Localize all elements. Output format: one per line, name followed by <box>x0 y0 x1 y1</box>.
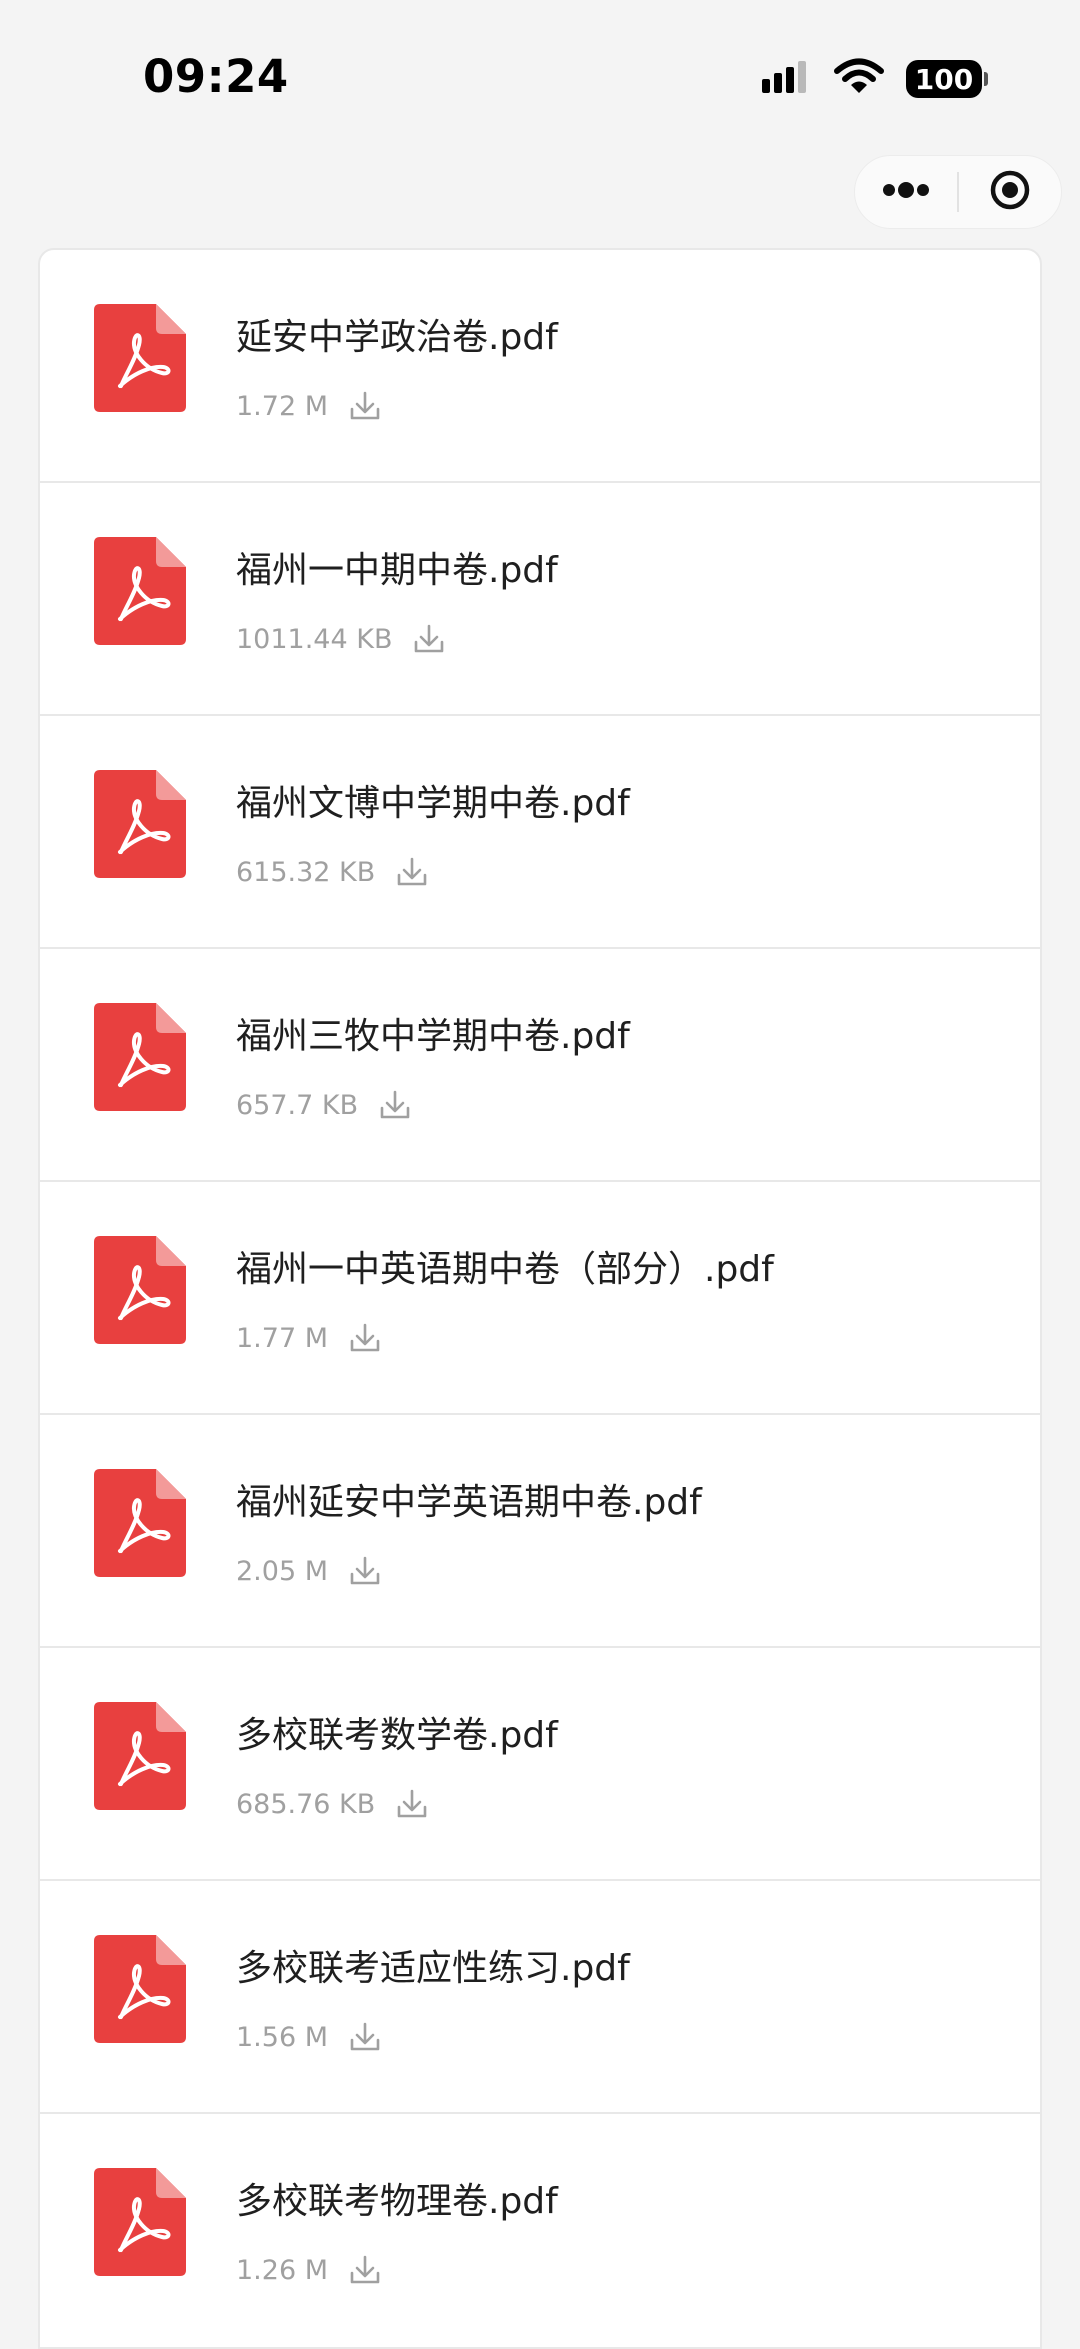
pdf-file-icon <box>94 2168 186 2276</box>
pdf-file-icon <box>94 1702 186 1810</box>
file-item[interactable]: 多校联考适应性练习.pdf 1.56 M <box>40 1881 1040 2114</box>
file-item[interactable]: 福州三牧中学期中卷.pdf 657.7 KB <box>40 949 1040 1182</box>
pdf-file-icon <box>94 770 186 878</box>
file-name: 多校联考数学卷.pdf <box>236 1715 558 1756</box>
file-size: 1011.44 KB <box>236 623 393 655</box>
file-item[interactable]: 延安中学政治卷.pdf 1.72 M <box>40 250 1040 483</box>
more-button[interactable] <box>855 156 957 228</box>
file-meta: 1.26 M <box>236 2252 382 2288</box>
file-name: 多校联考适应性练习.pdf <box>236 1948 630 1989</box>
file-meta: 1.56 M <box>236 2019 382 2055</box>
file-item[interactable]: 多校联考数学卷.pdf 685.76 KB <box>40 1648 1040 1881</box>
file-item[interactable]: 福州一中英语期中卷（部分）.pdf 1.77 M <box>40 1182 1040 1415</box>
download-icon[interactable] <box>348 1554 382 1588</box>
file-item[interactable]: 多校联考物理卷.pdf 1.26 M <box>40 2114 1040 2347</box>
close-target-icon <box>989 169 1031 215</box>
battery-icon: 100 <box>906 60 988 98</box>
file-size: 1.56 M <box>236 2021 328 2053</box>
file-meta: 657.7 KB <box>236 1087 412 1123</box>
file-name: 福州一中英语期中卷（部分）.pdf <box>236 1249 774 1290</box>
menu-capsule <box>854 155 1062 229</box>
file-list: 延安中学政治卷.pdf 1.72 M 福州一中期中卷.pdf 1011.44 K… <box>38 248 1042 2349</box>
file-meta: 2.05 M <box>236 1553 382 1589</box>
file-name: 延安中学政治卷.pdf <box>236 317 558 358</box>
file-meta: 685.76 KB <box>236 1786 429 1822</box>
status-time: 09:24 <box>143 50 289 103</box>
status-icons: 100 <box>762 58 988 100</box>
file-size: 2.05 M <box>236 1555 328 1587</box>
download-icon[interactable] <box>348 1321 382 1355</box>
download-icon[interactable] <box>395 855 429 889</box>
signal-icon <box>762 59 812 99</box>
battery-level: 100 <box>914 62 974 96</box>
file-name: 福州延安中学英语期中卷.pdf <box>236 1482 702 1523</box>
file-size: 1.77 M <box>236 1322 328 1354</box>
file-item[interactable]: 福州延安中学英语期中卷.pdf 2.05 M <box>40 1415 1040 1648</box>
wifi-icon <box>834 58 884 100</box>
file-name: 福州三牧中学期中卷.pdf <box>236 1016 630 1057</box>
pdf-file-icon <box>94 537 186 645</box>
status-bar: 09:24 100 <box>0 0 1080 140</box>
file-name: 多校联考物理卷.pdf <box>236 2181 558 2222</box>
download-icon[interactable] <box>348 2253 382 2287</box>
pdf-file-icon <box>94 1469 186 1577</box>
file-meta: 1.72 M <box>236 388 382 424</box>
file-size: 615.32 KB <box>236 856 376 888</box>
pdf-file-icon <box>94 1935 186 2043</box>
download-icon[interactable] <box>378 1088 412 1122</box>
file-name: 福州一中期中卷.pdf <box>236 550 558 591</box>
pdf-file-icon <box>94 1236 186 1344</box>
download-icon[interactable] <box>395 1787 429 1821</box>
file-item[interactable]: 福州文博中学期中卷.pdf 615.32 KB <box>40 716 1040 949</box>
file-size: 1.72 M <box>236 390 328 422</box>
file-name: 福州文博中学期中卷.pdf <box>236 783 630 824</box>
more-icon <box>881 180 931 204</box>
pdf-file-icon <box>94 304 186 412</box>
pdf-file-icon <box>94 1003 186 1111</box>
file-meta: 1011.44 KB <box>236 621 446 657</box>
download-icon[interactable] <box>348 2020 382 2054</box>
file-meta: 1.77 M <box>236 1320 382 1356</box>
close-button[interactable] <box>959 156 1061 228</box>
file-item[interactable]: 福州一中期中卷.pdf 1011.44 KB <box>40 483 1040 716</box>
file-size: 657.7 KB <box>236 1089 359 1121</box>
file-size: 685.76 KB <box>236 1788 376 1820</box>
download-icon[interactable] <box>348 389 382 423</box>
file-size: 1.26 M <box>236 2254 328 2286</box>
file-meta: 615.32 KB <box>236 854 429 890</box>
download-icon[interactable] <box>412 622 446 656</box>
